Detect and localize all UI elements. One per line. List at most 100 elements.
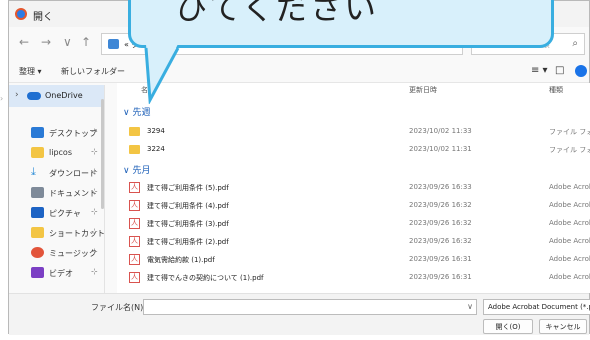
download-icon: ⤓ bbox=[31, 165, 36, 178]
list-item[interactable]: 建て得ご利用条件 (3).pdf 2023/09/26 16:32 Adobe … bbox=[117, 215, 590, 233]
up-arrow-icon[interactable]: ↑ bbox=[81, 35, 91, 49]
callout-text: ひてください bbox=[175, 0, 379, 27]
pin-icon: ⊹ bbox=[91, 167, 98, 176]
sidebar-item-label: デスクトップ bbox=[49, 129, 97, 138]
sidebar-item-music[interactable]: ミュージック ⊹ bbox=[9, 243, 105, 263]
group-label: 先週 bbox=[132, 108, 151, 118]
new-folder-button[interactable]: 新しいフォルダー bbox=[61, 66, 125, 77]
folder-path-icon bbox=[108, 39, 119, 49]
list-item[interactable]: 電気需給約款 (1).pdf 2023/09/26 16:31 Adobe Ac… bbox=[117, 251, 590, 269]
file-date: 2023/09/26 16:32 bbox=[409, 219, 472, 227]
folder-icon bbox=[31, 147, 44, 158]
pdf-icon bbox=[129, 182, 140, 193]
recent-chevron-icon[interactable]: ∨ bbox=[63, 35, 72, 49]
sidebar-item-downloads[interactable]: ⤓ ダウンロード ⊹ bbox=[9, 163, 105, 183]
file-list: 名前 更新日時 種類 ∨ 先週 3294 2023/10/02 11:33 ファ… bbox=[117, 83, 590, 293]
file-name: 電気需給約款 (1).pdf bbox=[147, 256, 215, 264]
sidebar-item-label: lipcos bbox=[49, 148, 72, 157]
file-name: 建て得ご利用条件 (5).pdf bbox=[147, 184, 229, 192]
callout-tail bbox=[144, 44, 180, 104]
column-header-type[interactable]: 種類 bbox=[549, 85, 563, 95]
collapsed-chevron-icon: › bbox=[0, 94, 4, 103]
group-label: 先月 bbox=[132, 166, 151, 176]
folder-icon bbox=[129, 145, 140, 154]
pdf-icon bbox=[129, 236, 140, 247]
filename-label: ファイル名(N): bbox=[91, 303, 146, 312]
pin-icon: ⊹ bbox=[91, 267, 98, 276]
file-name: 建て得ご利用条件 (2).pdf bbox=[147, 238, 229, 246]
pin-icon: ⊹ bbox=[91, 187, 98, 196]
sidebar-item-desktop[interactable]: デスクトップ ⊹ bbox=[9, 123, 105, 143]
column-header-date[interactable]: 更新日時 bbox=[409, 85, 437, 95]
sidebar-item-label: ダウンロード bbox=[49, 169, 97, 178]
expand-chevron-icon[interactable]: › bbox=[15, 90, 19, 100]
sidebar-scrollbar[interactable] bbox=[101, 99, 104, 209]
file-date: 2023/09/26 16:31 bbox=[409, 273, 472, 281]
pin-icon: ⊹ bbox=[91, 247, 98, 256]
sidebar-item-label: OneDrive bbox=[45, 91, 83, 100]
list-item[interactable]: 3294 2023/10/02 11:33 ファイル フォルダー bbox=[117, 123, 590, 141]
pdf-icon bbox=[129, 254, 140, 265]
list-item[interactable]: 建て得ご利用条件 (5).pdf 2023/09/26 16:33 Adobe … bbox=[117, 179, 590, 197]
sidebar-item-videos[interactable]: ビデオ ⊹ bbox=[9, 263, 105, 283]
open-button[interactable]: 開く(O) bbox=[483, 319, 533, 334]
sidebar-item-lipcos[interactable]: lipcos ⊹ bbox=[9, 143, 105, 163]
sidebar-item-pictures[interactable]: ピクチャ ⊹ bbox=[9, 203, 105, 223]
list-item[interactable]: 建て得ご利用条件 (2).pdf 2023/09/26 16:32 Adobe … bbox=[117, 233, 590, 251]
pdf-icon bbox=[129, 200, 140, 211]
sidebar-item-shortcut[interactable]: ショートカット ⊹ bbox=[9, 223, 105, 243]
back-arrow-icon[interactable]: ← bbox=[19, 35, 29, 49]
group-header-last-month[interactable]: ∨ 先月 bbox=[123, 163, 150, 176]
file-type: Adobe Acrobat bbox=[549, 201, 590, 209]
list-item[interactable]: 建て得ご利用条件 (4).pdf 2023/09/26 16:32 Adobe … bbox=[117, 197, 590, 215]
pictures-icon bbox=[31, 207, 44, 218]
music-icon bbox=[31, 247, 44, 258]
cancel-button[interactable]: キャンセル bbox=[539, 319, 587, 334]
dialog-footer: ファイル名(N): ∨ Adobe Acrobat Document (*.pc… bbox=[9, 293, 590, 335]
pdf-icon bbox=[129, 272, 140, 283]
view-options-icon[interactable]: ≡ ▾ bbox=[531, 65, 548, 76]
sidebar-item-label: ドキュメント bbox=[49, 189, 97, 198]
file-date: 2023/09/26 16:31 bbox=[409, 255, 472, 263]
file-type: ファイル フォルダー bbox=[549, 146, 590, 154]
desktop-icon bbox=[31, 127, 44, 138]
filetype-select[interactable]: Adobe Acrobat Document (*.pc ∨ bbox=[483, 299, 590, 315]
sidebar-item-label: ピクチャ bbox=[49, 209, 81, 218]
pin-icon: ⊹ bbox=[91, 227, 98, 236]
file-open-dialog: 開く ← → ∨ ↑ « ダウ ↻ ダウンロードの検索 ⌕ 整理 ▾ 新しいフォ… bbox=[8, 0, 590, 335]
sidebar-item-label: ビデオ bbox=[49, 269, 73, 278]
document-icon bbox=[31, 187, 44, 198]
file-date: 2023/10/02 11:33 bbox=[409, 127, 472, 135]
filename-input[interactable]: ∨ bbox=[143, 299, 477, 315]
help-icon[interactable] bbox=[575, 65, 587, 77]
file-name: 3294 bbox=[147, 127, 165, 135]
pin-icon: ⊹ bbox=[91, 127, 98, 136]
callout-bubble: ひてください bbox=[128, 0, 554, 48]
navigation-pane: › OneDrive デスクトップ ⊹ lipcos ⊹ ⤓ ダウンロード ⊹ … bbox=[9, 85, 105, 285]
file-date: 2023/09/26 16:33 bbox=[409, 183, 472, 191]
group-header-last-week[interactable]: ∨ 先週 bbox=[123, 105, 150, 118]
sidebar-item-documents[interactable]: ドキュメント ⊹ bbox=[9, 183, 105, 203]
file-name: 3224 bbox=[147, 145, 165, 153]
sidebar-item-onedrive[interactable]: › OneDrive bbox=[9, 85, 105, 107]
window-title: 開く bbox=[33, 12, 53, 23]
pane-divider[interactable] bbox=[104, 85, 105, 295]
file-type: Adobe Acrobat bbox=[549, 273, 590, 281]
list-item[interactable]: 3224 2023/10/02 11:31 ファイル フォルダー bbox=[117, 141, 590, 159]
file-date: 2023/10/02 11:31 bbox=[409, 145, 472, 153]
preview-pane-icon[interactable]: □ bbox=[555, 65, 564, 76]
file-name: 建て得でんきの契約について (1).pdf bbox=[147, 274, 264, 282]
forward-arrow-icon[interactable]: → bbox=[41, 35, 51, 49]
file-type: ファイル フォルダー bbox=[549, 128, 590, 136]
sidebar-item-label: ミュージック bbox=[49, 249, 97, 258]
command-toolbar: 整理 ▾ 新しいフォルダー ≡ ▾ □ bbox=[9, 61, 589, 83]
folder-icon bbox=[129, 127, 140, 136]
chevron-down-icon[interactable]: ∨ bbox=[467, 302, 473, 311]
organize-menu[interactable]: 整理 ▾ bbox=[19, 66, 42, 77]
list-item[interactable]: 建て得でんきの契約について (1).pdf 2023/09/26 16:31 A… bbox=[117, 269, 590, 287]
pin-icon: ⊹ bbox=[91, 207, 98, 216]
file-type: Adobe Acrobat bbox=[549, 183, 590, 191]
pdf-icon bbox=[129, 218, 140, 229]
file-date: 2023/09/26 16:32 bbox=[409, 201, 472, 209]
pin-icon: ⊹ bbox=[91, 147, 98, 156]
